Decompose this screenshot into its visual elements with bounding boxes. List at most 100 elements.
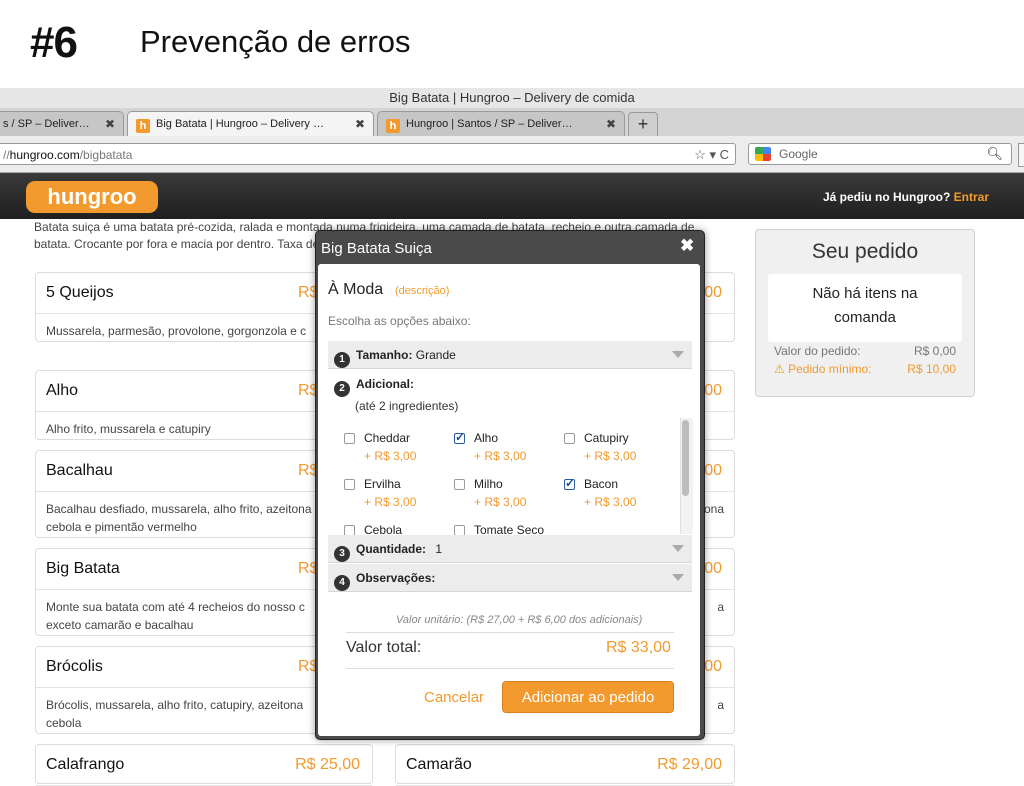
google-icon xyxy=(755,147,771,161)
order-min-row: ⚠︎ Pedido mínimo: R$ 10,00 xyxy=(774,362,956,376)
tab-close-icon[interactable]: ✖ xyxy=(105,112,115,136)
step-quantity[interactable]: 3 Quantidade: 1 xyxy=(328,535,692,563)
slide-number: #6 xyxy=(30,18,78,67)
magnifier-icon[interactable]: 🔍︎ xyxy=(986,144,1003,164)
step-size[interactable]: 1 Tamanho: Grande xyxy=(328,341,692,369)
cancel-button[interactable]: Cancelar xyxy=(424,689,484,706)
item-name: Big Batata xyxy=(46,560,120,577)
tab-big-batata[interactable]: h Big Batata | Hungroo – Delivery … ✖ xyxy=(127,111,374,137)
search-placeholder: Google xyxy=(779,147,818,161)
hungroo-logo[interactable]: hungroo xyxy=(26,181,158,213)
item-name: Camarão xyxy=(406,756,472,773)
step-number: 2 xyxy=(334,381,350,397)
step-label: Observações: xyxy=(356,571,436,585)
order-min-value: R$ 10,00 xyxy=(907,362,956,376)
hungroo-favicon-icon: h xyxy=(386,119,400,133)
tab-label: s / SP – Deliver… xyxy=(3,118,90,130)
checkbox-ervilha[interactable] xyxy=(344,479,355,490)
step-number: 3 xyxy=(334,546,350,562)
step-label: Adicional: xyxy=(356,377,415,391)
checkbox-alho[interactable] xyxy=(454,430,465,444)
order-empty-line2: comanda xyxy=(834,309,896,326)
item-name: Alho xyxy=(46,382,79,399)
scrollbar-thumb[interactable] xyxy=(682,420,689,496)
menu-item-calafrango[interactable]: Calafrango R$ 25,00 xyxy=(35,744,373,786)
option-label: Milho xyxy=(474,477,503,491)
item-price-right: 00 xyxy=(704,284,722,301)
step-additional: 2 Adicional: xyxy=(328,370,692,398)
item-price: R$ 25,00 xyxy=(295,756,360,773)
option-label: Alho xyxy=(474,431,499,445)
divider xyxy=(346,632,674,633)
item-name: 5 Queijos xyxy=(46,284,114,301)
tab-santos-left[interactable]: s / SP – Deliver… ✖ xyxy=(0,111,124,136)
new-tab-button[interactable]: + xyxy=(628,112,658,137)
order-value: R$ 0,00 xyxy=(913,344,956,358)
login-link[interactable]: Entrar xyxy=(954,190,989,204)
total-label: Valor total: xyxy=(346,639,422,656)
total-value: R$ 33,00 xyxy=(606,639,671,656)
checkbox-milho[interactable] xyxy=(454,479,465,490)
option-label: Catupiry xyxy=(584,431,629,445)
tab-label: Hungroo | Santos / SP – Deliver… xyxy=(406,118,573,130)
tab-hungroo-santos[interactable]: h Hungroo | Santos / SP – Deliver… ✖ xyxy=(377,111,625,136)
toolbar-scrollbar[interactable] xyxy=(1018,143,1024,167)
item-price: R$ 29,00 xyxy=(657,756,722,773)
option-price: + R$ 3,00 xyxy=(584,495,637,509)
order-panel: Seu pedido Não há itens na comanda Valor… xyxy=(755,229,975,397)
item-price-right: 00 xyxy=(704,382,722,399)
close-icon[interactable]: ✖ xyxy=(680,236,694,256)
option-label: Bacon xyxy=(584,477,619,491)
menu-item-camarao[interactable]: Camarão R$ 29,00 xyxy=(395,744,735,786)
option-price: + R$ 3,00 xyxy=(364,495,417,509)
step-number: 4 xyxy=(334,575,350,591)
step-number: 1 xyxy=(334,352,350,368)
step-notes[interactable]: 4 Observações: xyxy=(328,564,692,592)
item-name: Brócolis xyxy=(46,658,103,675)
url-host: hungroo.com xyxy=(9,148,80,162)
slide-title: Prevenção de erros xyxy=(140,24,411,59)
modal-title: Big Batata Suiça xyxy=(321,240,432,257)
order-empty: Não há itens na comanda xyxy=(768,274,962,342)
step-value: 1 xyxy=(435,542,443,556)
step-label: Quantidade: xyxy=(356,542,427,556)
modal-product-name: À Moda xyxy=(328,281,384,298)
order-value-label: Valor do pedido: xyxy=(774,344,861,358)
login-area: Já pediu no Hungroo? Entrar xyxy=(823,190,989,204)
tab-label: Big Batata | Hungroo – Delivery … xyxy=(156,118,324,130)
checkbox-catupiry[interactable] xyxy=(564,433,575,444)
item-price-right: 00 xyxy=(704,560,722,577)
order-title: Seu pedido xyxy=(811,240,919,263)
chevron-down-icon xyxy=(672,545,684,552)
order-min-label: Pedido mínimo: xyxy=(788,362,872,376)
option-price: + R$ 3,00 xyxy=(474,449,527,463)
url-prefix: // xyxy=(3,148,10,162)
checkbox-bacon[interactable] xyxy=(564,476,575,490)
chevron-down-icon xyxy=(672,574,684,581)
unit-value: Valor unitário: (R$ 27,00 + R$ 6,00 dos … xyxy=(396,614,643,626)
search-input[interactable]: Google 🔍︎ xyxy=(748,143,1012,165)
login-question: Já pediu no Hungroo? xyxy=(823,190,951,204)
item-price-right: 00 xyxy=(704,462,722,479)
choose-options-text: Escolha as opções abaixo: xyxy=(328,314,471,328)
warning-icon: ⚠︎ xyxy=(774,362,785,376)
window-title: Big Batata | Hungroo – Delivery de comid… xyxy=(0,88,1024,108)
url-path: /bigbatata xyxy=(79,148,133,162)
add-to-order-button[interactable]: Adicionar ao pedido xyxy=(502,681,674,713)
option-price: + R$ 3,00 xyxy=(584,449,637,463)
url-bar[interactable]: //hungroo.com/bigbatata ☆ ▾ C xyxy=(0,143,736,165)
tab-close-icon[interactable]: ✖ xyxy=(355,112,365,136)
tab-close-icon[interactable]: ✖ xyxy=(606,112,616,136)
additional-note: (até 2 ingredientes) xyxy=(355,399,459,413)
description-link[interactable]: (descrição) xyxy=(395,285,449,297)
checkbox-cheddar[interactable] xyxy=(344,433,355,444)
divider xyxy=(346,668,674,669)
step-label: Tamanho: xyxy=(356,348,413,362)
order-empty-line1: Não há itens na xyxy=(812,285,918,302)
hungroo-favicon-icon: h xyxy=(136,119,150,133)
order-value-row: Valor do pedido: R$ 0,00 xyxy=(774,344,956,358)
step-value: Grande xyxy=(415,348,456,362)
option-price: + R$ 3,00 xyxy=(474,495,527,509)
item-price-right: 00 xyxy=(704,658,722,675)
bookmark-star-icon[interactable]: ☆ ▾ C xyxy=(694,144,729,166)
